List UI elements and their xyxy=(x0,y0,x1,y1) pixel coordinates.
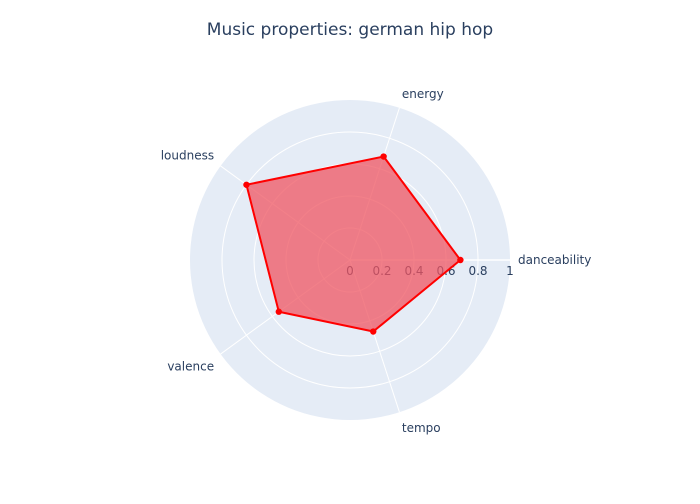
data-point xyxy=(380,153,387,160)
angular-label-danceability: danceability xyxy=(518,253,591,267)
data-point xyxy=(243,181,250,188)
data-point xyxy=(275,308,283,315)
chart: Music properties: german hip hop 00.20.4… xyxy=(0,0,700,500)
angular-label-tempo: tempo xyxy=(402,421,441,435)
radial-tick-label: 0.8 xyxy=(468,264,487,278)
radial-tick-label: 1 xyxy=(506,264,514,278)
angular-label-valence: valence xyxy=(167,360,214,374)
data-point xyxy=(457,256,464,264)
chart-title: Music properties: german hip hop xyxy=(206,20,494,40)
angular-label-energy: energy xyxy=(402,87,444,101)
radar-chart: 00.20.40.60.81 danceabilityenergyloudnes… xyxy=(161,87,592,435)
angular-label-loudness: loudness xyxy=(161,148,214,162)
data-point xyxy=(370,328,377,335)
